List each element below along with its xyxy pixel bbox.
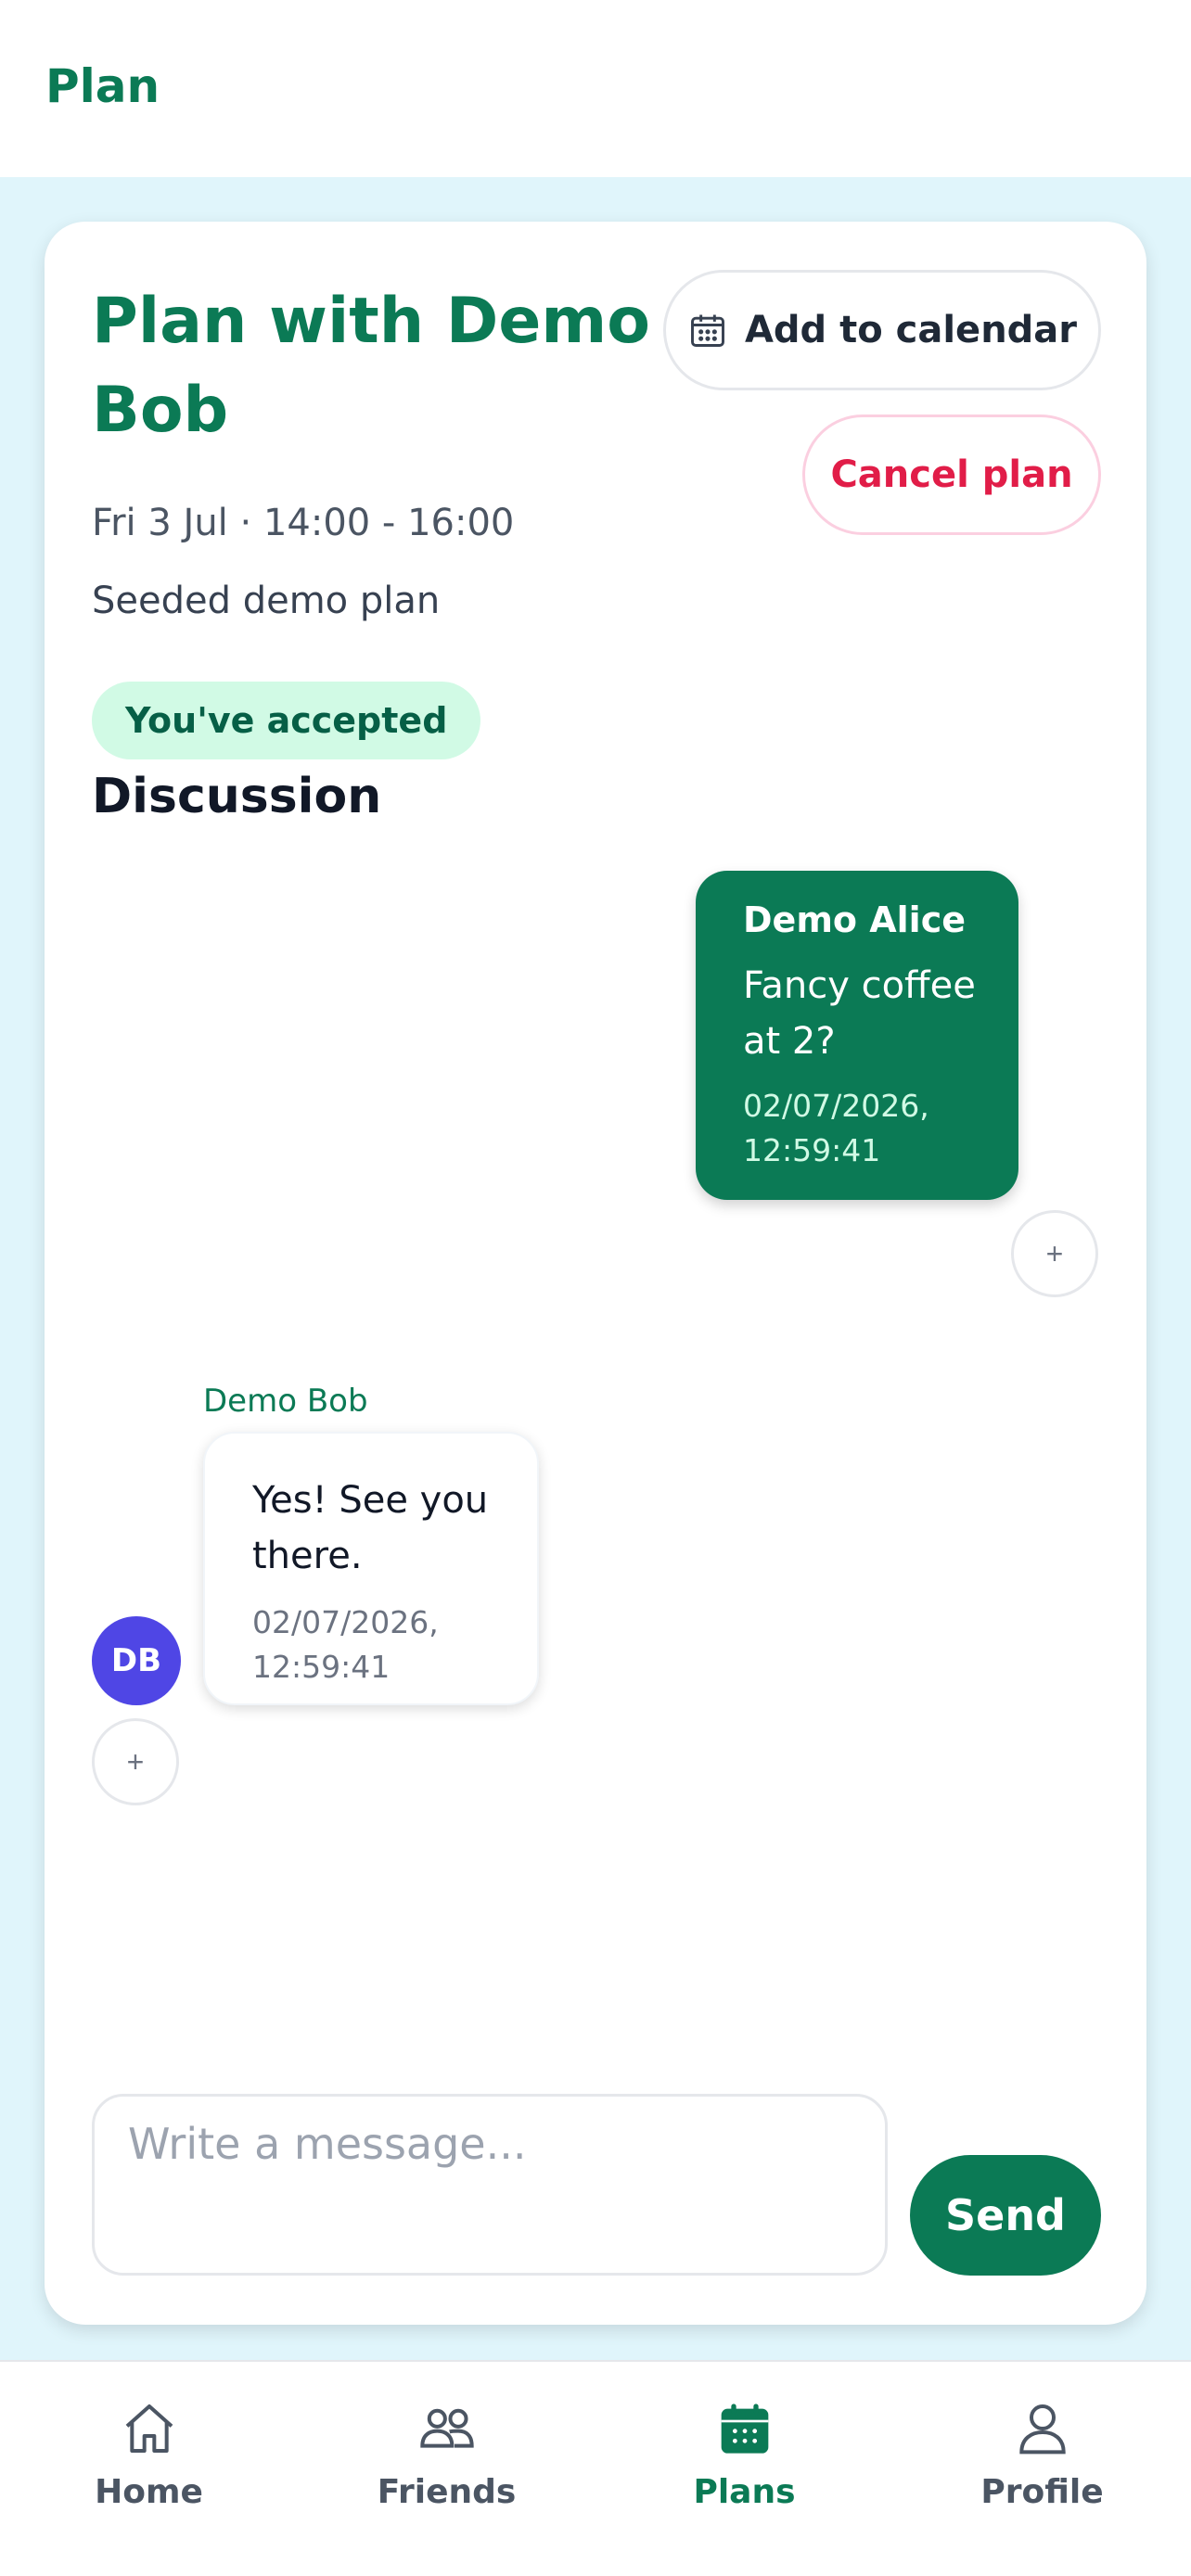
- page-title: Plan: [45, 59, 160, 113]
- profile-icon: [1018, 2404, 1066, 2455]
- cancel-plan-button[interactable]: Cancel plan: [802, 414, 1101, 535]
- nav-item-friends[interactable]: Friends: [298, 2362, 596, 2576]
- nav-item-home[interactable]: Home: [0, 2362, 298, 2576]
- message-bubble-own: Demo Alice Fancy coffee at 2? 02/07/2026…: [696, 871, 1018, 1200]
- discussion-title: Discussion: [92, 769, 382, 824]
- calendar-icon: [721, 2404, 768, 2454]
- calendar-icon: [691, 314, 724, 347]
- nav-label: Profile: [980, 2473, 1104, 2511]
- message-timestamp: 02/07/2026, 12:59:41: [743, 1088, 929, 1168]
- nav-item-plans[interactable]: Plans: [596, 2362, 893, 2576]
- app-header: Plan: [0, 0, 1191, 177]
- message-timestamp: 02/07/2026, 12:59:41: [252, 1604, 439, 1685]
- plan-title: Plan with Demo Bob: [92, 285, 650, 447]
- plan-datetime: Fri 3 Jul · 14:00 - 16:00: [92, 502, 515, 544]
- add-reaction-button[interactable]: +: [92, 1718, 179, 1805]
- plan-description: Seeded demo plan: [92, 580, 441, 622]
- avatar: DB: [92, 1616, 181, 1705]
- message-sender: Demo Alice: [743, 899, 967, 940]
- add-to-calendar-button[interactable]: Add to calendar: [663, 270, 1101, 390]
- send-button[interactable]: Send: [910, 2155, 1101, 2276]
- message-sender: Demo Bob: [203, 1383, 368, 1420]
- add-to-calendar-label: Add to calendar: [744, 309, 1078, 351]
- add-reaction-button[interactable]: +: [1011, 1210, 1098, 1297]
- nav-label: Home: [95, 2473, 203, 2511]
- message-text: Yes! See you there.: [252, 1479, 489, 1577]
- home-icon: [125, 2404, 173, 2453]
- content-area: Plan with Demo Bob Add to calendar Cance…: [0, 177, 1191, 2360]
- plan-card: Plan with Demo Bob Add to calendar Cance…: [45, 222, 1146, 2325]
- status-badge: You've accepted: [92, 682, 481, 759]
- friends-icon: [419, 2408, 474, 2448]
- message-bubble-other: Yes! See you there. 02/07/2026, 12:59:41: [203, 1432, 539, 1705]
- nav-label: Plans: [693, 2473, 796, 2511]
- bottom-nav: Home Friends Plans Profile: [0, 2360, 1191, 2576]
- nav-item-profile[interactable]: Profile: [893, 2362, 1191, 2576]
- message-text: Fancy coffee at 2?: [743, 964, 976, 1063]
- message-input[interactable]: [92, 2094, 888, 2276]
- nav-label: Friends: [377, 2473, 517, 2511]
